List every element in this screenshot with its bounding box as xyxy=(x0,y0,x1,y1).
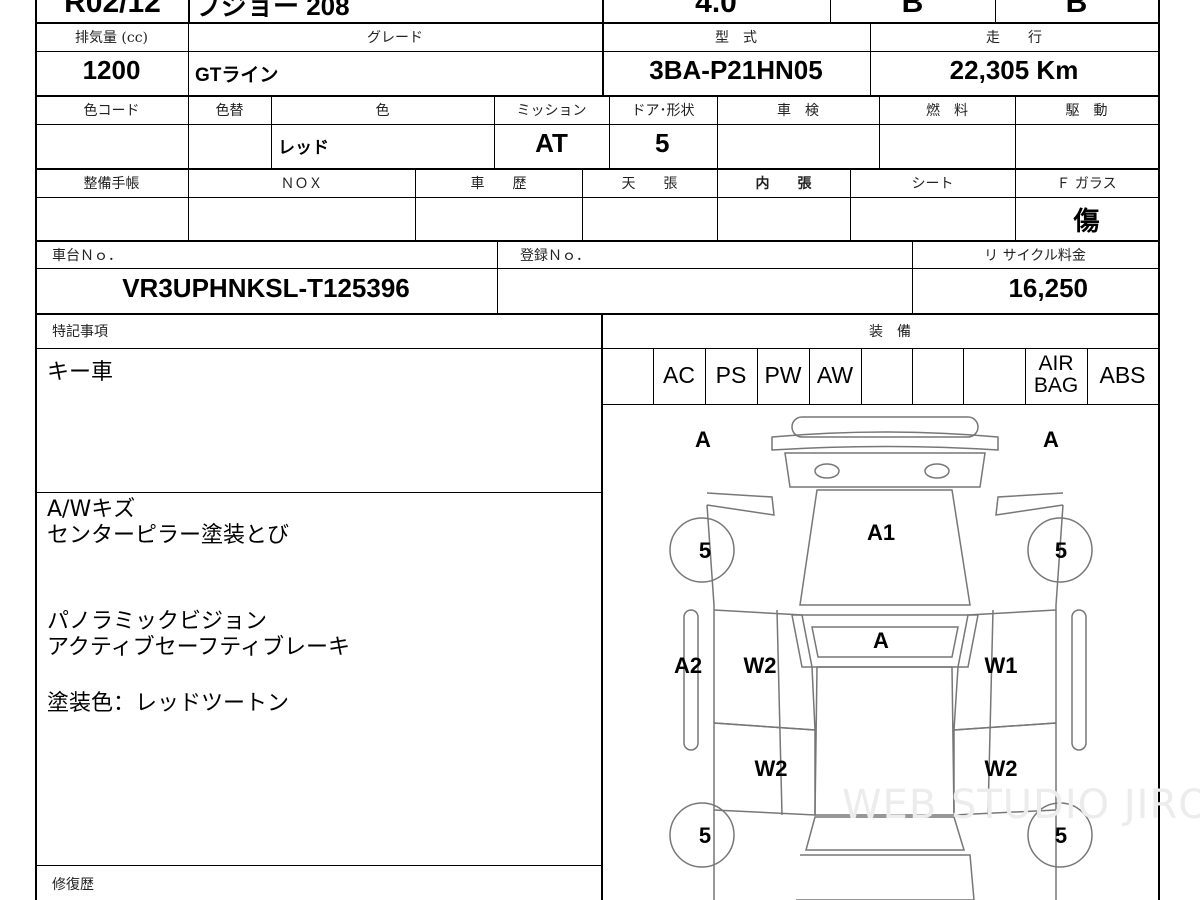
chassis-value: VR3UPHNKSL-T125396 xyxy=(122,273,410,303)
note-line: 塗装色：レッドツートン xyxy=(47,691,290,716)
car-model: プジョー 208 xyxy=(195,0,350,21)
repair-history-label: 修復歴 xyxy=(52,877,94,893)
mileage-value: 22,305 Km xyxy=(949,55,1079,85)
notes-label: 特記事項 xyxy=(52,324,108,340)
upholstery-label: 内 張 xyxy=(755,176,812,192)
history-label: 車 歴 xyxy=(470,176,527,192)
mark-tire-fr: 5 xyxy=(1054,538,1068,563)
chassis-label: 車台Ｎｏ． xyxy=(52,248,122,264)
equip-pw: PW xyxy=(764,362,802,388)
color-label: 色 xyxy=(375,103,390,119)
mark-tire-fl: 5 xyxy=(698,538,712,563)
mileage-label: 走 行 xyxy=(986,30,1042,46)
mark-front-left: A xyxy=(695,427,711,452)
repaint-label: 色替 xyxy=(215,103,244,119)
notes-top: キー車 xyxy=(47,360,114,385)
recycle-label: リ サイクル料金 xyxy=(984,248,1086,264)
mark-tire-rl: 5 xyxy=(698,823,712,848)
displacement-label: 排気量 (cc) xyxy=(74,30,149,46)
mark-left-front-door: A2 xyxy=(673,653,703,678)
color-code-label: 色コード xyxy=(83,103,140,119)
door-shape-label: ドア･形状 xyxy=(631,103,695,119)
drive-label: 駆 動 xyxy=(1065,103,1108,119)
model-code-label: 型 式 xyxy=(715,30,757,46)
seat-label: シート xyxy=(911,176,954,192)
equip-ps: PS xyxy=(715,362,747,388)
notes-list: A/Wキズ センターピラー塗装とび パノラミックビジョン アクティブセーフティブ… xyxy=(47,497,350,717)
displacement-value: 1200 xyxy=(82,55,141,85)
mission-value: AT xyxy=(535,128,568,158)
exterior-score: B xyxy=(1065,0,1088,19)
grade-value: GTライン xyxy=(195,65,279,86)
doors-value: 5 xyxy=(655,128,670,158)
mark-right-window-rear: W2 xyxy=(984,756,1018,781)
equip-airbag: AIR BAG xyxy=(1033,352,1079,397)
note-line: A/Wキズ xyxy=(47,497,136,522)
fglass-label: Ｆ ガラス xyxy=(1056,176,1117,192)
mark-left-window-front: W2 xyxy=(743,653,777,678)
equipment-label: 装 備 xyxy=(869,324,911,340)
nox-label: ＮＯＸ xyxy=(280,176,323,192)
note-line: パノラミックビジョン xyxy=(47,609,268,634)
headliner-label: 天 張 xyxy=(621,176,678,192)
note-line: アクティブセーフティブレーキ xyxy=(47,635,350,660)
mark-front-right: A xyxy=(1043,427,1059,452)
overall-score: 4.0 xyxy=(695,0,737,19)
auction-date: R02/12 xyxy=(64,0,161,19)
registration-label: 登録Ｎｏ． xyxy=(520,248,590,264)
model-code-value: 3BA-P21HN05 xyxy=(649,55,823,85)
note-line xyxy=(47,661,350,687)
maintenance-label: 整備手帳 xyxy=(83,176,140,192)
color-value: レッド xyxy=(278,138,329,157)
fuel-label: 燃 料 xyxy=(926,103,968,119)
mark-windshield: A xyxy=(873,628,889,653)
note-line xyxy=(47,549,350,575)
inspection-label: 車 検 xyxy=(777,103,819,119)
note-line: センターピラー塗装とび xyxy=(47,523,290,548)
equip-abs: ABS xyxy=(1099,362,1146,388)
grade-label: グレード xyxy=(367,30,423,46)
watermark: WEB STUDIO JIRO xyxy=(842,782,1200,828)
mark-hood: A1 xyxy=(866,520,896,545)
recycle-value: 16,250 xyxy=(1008,273,1088,303)
mark-left-window-rear: W2 xyxy=(754,756,788,781)
fglass-value: 傷 xyxy=(1073,206,1100,236)
equip-ac: AC xyxy=(663,362,695,388)
interior-score: B xyxy=(901,0,924,19)
mark-right-window-front: W1 xyxy=(984,653,1018,678)
mission-label: ミッション xyxy=(516,103,587,119)
equip-aw: AW xyxy=(816,362,854,388)
